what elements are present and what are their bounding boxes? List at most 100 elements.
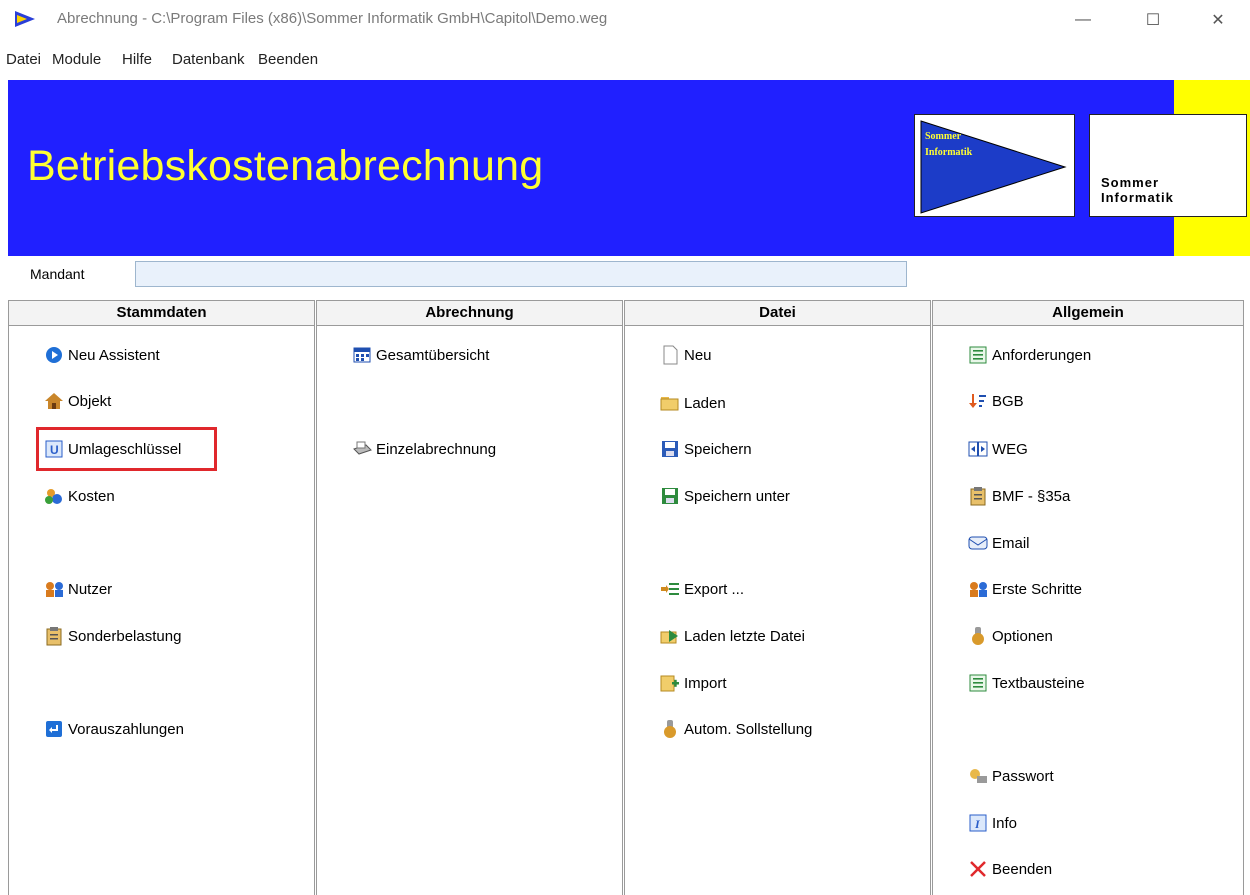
item-textbausteine[interactable]: Textbausteine bbox=[968, 671, 1085, 695]
item-export[interactable]: Export ... bbox=[660, 577, 744, 601]
logo-left-line2: Informatik bbox=[925, 147, 973, 158]
company-logo-text: Sommer Informatik bbox=[1089, 114, 1247, 217]
export-icon bbox=[660, 579, 680, 599]
item-label: BMF - §35a bbox=[992, 487, 1071, 505]
envelope-icon bbox=[968, 533, 988, 553]
minimize-button[interactable]: — bbox=[1055, 0, 1111, 40]
item-speichern-unter[interactable]: Speichern unter bbox=[660, 484, 790, 508]
item-email[interactable]: Email bbox=[968, 531, 1030, 555]
item-label: BGB bbox=[992, 392, 1024, 410]
item-label: Laden bbox=[684, 394, 726, 412]
info-icon: I bbox=[968, 813, 988, 833]
return-icon bbox=[44, 719, 64, 739]
column-abrechnung: Abrechnung bbox=[316, 300, 623, 895]
item-label: Nutzer bbox=[68, 580, 113, 598]
users-icon bbox=[44, 579, 64, 599]
menu-datenbank[interactable]: Datenbank bbox=[172, 51, 245, 68]
save-as-icon bbox=[660, 486, 680, 506]
header-stammdaten: Stammdaten bbox=[9, 301, 314, 326]
load-last-icon bbox=[660, 626, 680, 646]
item-neu-assistent[interactable]: Neu Assistent bbox=[44, 343, 160, 367]
wizard-icon bbox=[44, 345, 64, 365]
item-label: Speichern bbox=[684, 440, 752, 458]
exit-icon bbox=[968, 859, 988, 879]
item-kosten[interactable]: Kosten bbox=[44, 484, 115, 508]
item-laden-letzte-datei[interactable]: Laden letzte Datei bbox=[660, 624, 805, 648]
item-optionen[interactable]: Optionen bbox=[968, 624, 1053, 648]
item-label: Einzelabrechnung bbox=[376, 440, 497, 458]
item-info[interactable]: I Info bbox=[968, 811, 1017, 835]
item-nutzer[interactable]: Nutzer bbox=[44, 577, 112, 601]
text-icon bbox=[968, 673, 988, 693]
item-objekt[interactable]: Objekt bbox=[44, 389, 111, 413]
save-icon bbox=[660, 439, 680, 459]
clipboard-icon bbox=[44, 626, 64, 646]
item-erste-schritte[interactable]: Erste Schritte bbox=[968, 577, 1082, 601]
item-neu[interactable]: Neu bbox=[660, 343, 712, 367]
item-autom-sollstellung[interactable]: Autom. Sollstellung bbox=[660, 717, 812, 741]
columns-icon bbox=[968, 439, 988, 459]
menu-hilfe[interactable]: Hilfe bbox=[122, 51, 152, 68]
item-label: Export ... bbox=[684, 580, 745, 598]
item-weg[interactable]: WEG bbox=[968, 437, 1028, 461]
mandant-field[interactable] bbox=[135, 261, 907, 287]
item-gesamtuebersicht[interactable]: Gesamtübersicht bbox=[352, 343, 489, 367]
sort-icon bbox=[968, 391, 988, 411]
menu-module[interactable]: Module bbox=[52, 51, 101, 68]
item-passwort[interactable]: Passwort bbox=[968, 764, 1054, 788]
item-label: Email bbox=[992, 534, 1030, 552]
item-anforderungen[interactable]: Anforderungen bbox=[968, 343, 1091, 367]
mandant-label: Mandant bbox=[30, 266, 85, 282]
item-label: Erste Schritte bbox=[992, 580, 1083, 598]
item-label: Autom. Sollstellung bbox=[684, 720, 813, 738]
grid-icon bbox=[352, 345, 372, 365]
menu-beenden[interactable]: Beenden bbox=[258, 51, 318, 68]
new-file-icon bbox=[660, 345, 680, 365]
item-label: Sonderbelastung bbox=[68, 627, 182, 645]
item-bmf[interactable]: BMF - §35a bbox=[968, 484, 1070, 508]
item-label: Neu bbox=[684, 346, 712, 364]
item-label: Vorauszahlungen bbox=[68, 720, 184, 738]
item-laden[interactable]: Laden bbox=[660, 391, 726, 415]
item-label: Textbausteine bbox=[992, 674, 1085, 692]
header-banner: Betriebskostenabrechnung Sommer Informat… bbox=[8, 80, 1250, 256]
password-icon bbox=[968, 766, 988, 786]
printer-icon bbox=[352, 439, 372, 459]
house-icon bbox=[44, 391, 64, 411]
item-label: Objekt bbox=[68, 392, 112, 410]
menu-datei[interactable]: Datei bbox=[6, 51, 41, 68]
logo-left-line1: Sommer bbox=[925, 131, 962, 142]
header-allgemein: Allgemein bbox=[933, 301, 1243, 326]
item-vorauszahlungen[interactable]: Vorauszahlungen bbox=[44, 717, 184, 741]
item-label: Beenden bbox=[992, 860, 1053, 878]
window-title: Abrechnung - C:\Program Files (x86)\Somm… bbox=[57, 10, 608, 27]
folder-open-icon bbox=[660, 393, 680, 413]
item-beenden[interactable]: Beenden bbox=[968, 857, 1052, 881]
app-icon bbox=[15, 11, 35, 27]
item-label: Passwort bbox=[992, 767, 1054, 785]
menu-bar: Datei Module Hilfe Datenbank Beenden bbox=[0, 48, 1250, 72]
people-coins-icon bbox=[44, 486, 64, 506]
header-datei: Datei bbox=[625, 301, 930, 326]
item-bgb[interactable]: BGB bbox=[968, 389, 1024, 413]
clipboard-icon bbox=[968, 486, 988, 506]
item-label: Import bbox=[684, 674, 727, 692]
close-button[interactable]: ✕ bbox=[1190, 0, 1246, 40]
company-logo-pennant: Sommer Informatik bbox=[914, 114, 1075, 217]
users-icon bbox=[968, 579, 988, 599]
item-label: Neu Assistent bbox=[68, 346, 160, 364]
import-icon bbox=[660, 673, 680, 693]
list-icon bbox=[968, 345, 988, 365]
header-abrechnung: Abrechnung bbox=[317, 301, 622, 326]
item-sonderbelastung[interactable]: Sonderbelastung bbox=[44, 624, 181, 648]
item-label: Info bbox=[992, 814, 1018, 832]
maximize-button[interactable]: ☐ bbox=[1125, 0, 1181, 40]
item-label: Kosten bbox=[68, 487, 115, 505]
item-label: Gesamtübersicht bbox=[376, 346, 490, 364]
item-einzelabrechnung[interactable]: Einzelabrechnung bbox=[352, 437, 496, 461]
logo-right-line2: Informatik bbox=[1101, 190, 1174, 205]
item-import[interactable]: Import bbox=[660, 671, 727, 695]
item-label: Anforderungen bbox=[992, 346, 1092, 364]
selection-highlight bbox=[36, 427, 217, 471]
item-speichern[interactable]: Speichern bbox=[660, 437, 752, 461]
